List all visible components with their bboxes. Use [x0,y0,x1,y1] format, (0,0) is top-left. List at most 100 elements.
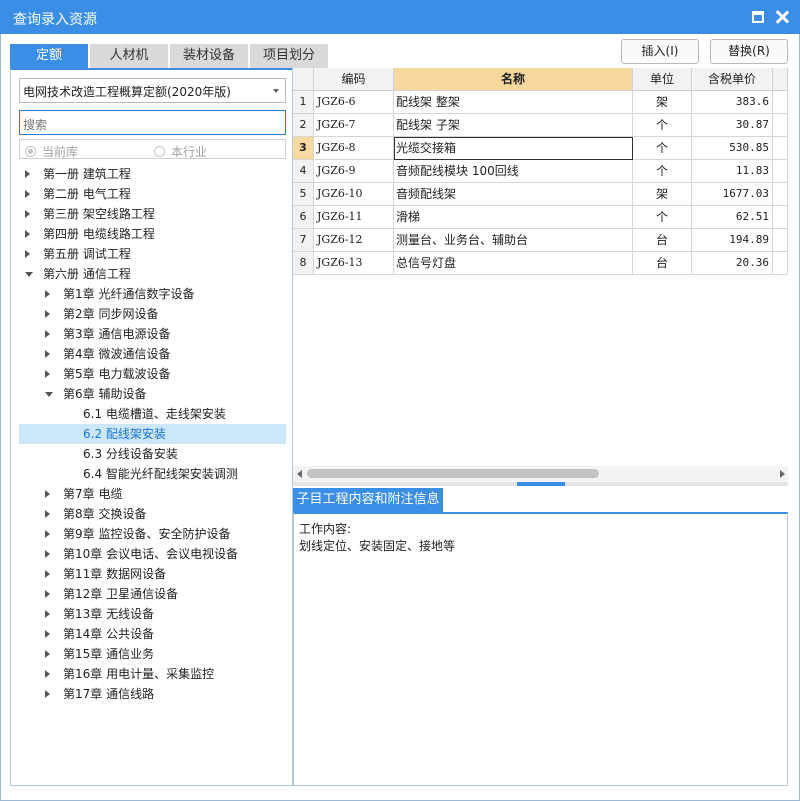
caret-right-icon[interactable] [45,490,50,498]
cell-extra[interactable] [773,137,788,160]
cell-extra[interactable] [773,160,788,183]
cell-price[interactable]: 1677.03 [692,183,773,206]
caret-right-icon[interactable] [45,590,50,598]
caret-right-icon[interactable] [25,190,30,198]
radio-industry[interactable]: 本行业 [154,143,207,160]
cell-name[interactable]: 音频配线架 [394,183,633,206]
caret-right-icon[interactable] [45,350,50,358]
cell-name[interactable]: 配线架 子架 [394,114,633,137]
column-header-extra[interactable] [773,68,788,91]
tree-item-volume[interactable]: 第四册 电缆线路工程 [19,224,286,244]
tree-item-chapter[interactable]: 第11章 数据网设备 [19,564,286,584]
scroll-left-icon[interactable] [297,470,302,478]
tree-item-section[interactable]: 6.1 电缆槽道、走线架安装 [19,404,286,424]
caret-right-icon[interactable] [45,670,50,678]
caret-right-icon[interactable] [45,650,50,658]
tree-item-volume[interactable]: 第五册 调试工程 [19,244,286,264]
scroll-right-icon[interactable] [780,470,785,478]
caret-right-icon[interactable] [45,530,50,538]
cell-name[interactable]: 配线架 整架 [394,91,633,114]
cell-unit[interactable]: 个 [633,114,692,137]
tree-item-chapter[interactable]: 第14章 公共设备 [19,624,286,644]
caret-right-icon[interactable] [45,370,50,378]
cell-code[interactable]: JGZ6-11 [314,206,394,229]
cell-extra[interactable] [773,229,788,252]
cell-extra[interactable] [773,91,788,114]
cell-code[interactable]: JGZ6-9 [314,160,394,183]
chevron-down-icon[interactable] [273,89,279,93]
column-header-code[interactable]: 编码 [314,68,394,91]
tree-item-chapter[interactable]: 第4章 微波通信设备 [19,344,286,364]
search-input[interactable] [19,110,286,135]
tree-item-volume[interactable]: 第六册 通信工程 [19,264,286,284]
scrollbar-thumb[interactable] [307,469,599,478]
cell-unit[interactable]: 台 [633,229,692,252]
caret-right-icon[interactable] [45,570,50,578]
cell-name[interactable]: 音频配线模块 100回线 [394,160,633,183]
caret-right-icon[interactable] [45,690,50,698]
cell-extra[interactable] [773,252,788,275]
caret-right-icon[interactable] [25,230,30,238]
close-icon[interactable] [775,10,789,24]
cell-name[interactable]: 光缆交接箱 [394,137,633,160]
cell-unit[interactable]: 架 [633,91,692,114]
cell-extra[interactable] [773,114,788,137]
tree-item-volume[interactable]: 第一册 建筑工程 [19,164,286,184]
column-header-price[interactable]: 含税单价 [692,68,773,91]
cell-extra[interactable] [773,183,788,206]
tab-labor-material-machine[interactable]: 人材机 [90,44,168,68]
cell-price[interactable]: 62.51 [692,206,773,229]
cell-name[interactable]: 滑梯 [394,206,633,229]
cell-code[interactable]: JGZ6-7 [314,114,394,137]
cell-unit[interactable]: 个 [633,137,692,160]
row-number-header[interactable] [293,68,314,91]
tree-item-chapter[interactable]: 第15章 通信业务 [19,644,286,664]
caret-right-icon[interactable] [45,550,50,558]
cell-code[interactable]: JGZ6-13 [314,252,394,275]
tree-item-section[interactable]: 6.4 智能光纤配线架安装调测 [19,464,286,484]
tree-item-volume[interactable]: 第二册 电气工程 [19,184,286,204]
cell-price[interactable]: 383.6 [692,91,773,114]
cell-price[interactable]: 11.83 [692,160,773,183]
tree-item-chapter[interactable]: 第16章 用电计量、采集监控 [19,664,286,684]
tree-item-section[interactable]: 6.3 分线设备安装 [19,444,286,464]
tree-item-chapter[interactable]: 第12章 卫星通信设备 [19,584,286,604]
row-number[interactable]: 8 [293,252,314,275]
insert-button[interactable]: 插入(I) [621,39,699,64]
tree-item-chapter[interactable]: 第1章 光纤通信数字设备 [19,284,286,304]
cell-unit[interactable]: 个 [633,160,692,183]
caret-right-icon[interactable] [45,330,50,338]
caret-right-icon[interactable] [45,290,50,298]
cell-name[interactable]: 总信号灯盘 [394,252,633,275]
tab-project-division[interactable]: 项目划分 [250,44,328,68]
tree-item-chapter[interactable]: 第10章 会议电话、会议电视设备 [19,544,286,564]
row-number[interactable]: 3 [293,137,314,160]
tree-item-chapter[interactable]: 第9章 监控设备、安全防护设备 [19,524,286,544]
column-header-unit[interactable]: 单位 [633,68,692,91]
caret-right-icon[interactable] [45,510,50,518]
column-header-name[interactable]: 名称 [394,68,633,91]
tree-item-chapter[interactable]: 第7章 电缆 [19,484,286,504]
row-number[interactable]: 4 [293,160,314,183]
tree-item-section[interactable]: 6.2 配线架安装 [19,424,286,444]
tree-item-chapter[interactable]: 第17章 通信线路 [19,684,286,704]
cell-price[interactable]: 30.87 [692,114,773,137]
panel-splitter[interactable] [293,482,788,486]
quota-library-select[interactable]: 电网技术改造工程概算定额(2020年版) [19,78,286,103]
cell-code[interactable]: JGZ6-6 [314,91,394,114]
row-number[interactable]: 7 [293,229,314,252]
cell-code[interactable]: JGZ6-8 [314,137,394,160]
caret-right-icon[interactable] [25,250,30,258]
caret-right-icon[interactable] [45,610,50,618]
tree-item-chapter[interactable]: 第6章 辅助设备 [19,384,286,404]
cell-price[interactable]: 20.36 [692,252,773,275]
splitter-grip[interactable] [517,482,565,486]
tree-item-chapter[interactable]: 第8章 交换设备 [19,504,286,524]
radio-current-library[interactable]: 当前库 [25,143,78,160]
row-number[interactable]: 1 [293,91,314,114]
cell-code[interactable]: JGZ6-12 [314,229,394,252]
cell-unit[interactable]: 架 [633,183,692,206]
cell-unit[interactable]: 个 [633,206,692,229]
cell-unit[interactable]: 台 [633,252,692,275]
cell-extra[interactable] [773,206,788,229]
